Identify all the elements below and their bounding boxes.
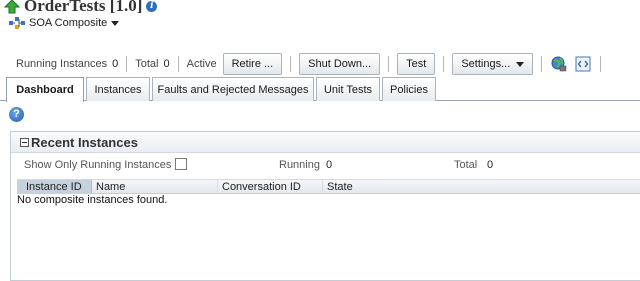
xml-source-icon[interactable] (574, 55, 592, 73)
info-icon[interactable]: i (146, 0, 158, 12)
column-name[interactable]: Name (92, 180, 218, 194)
page-title: OrderTests [1.0] (24, 0, 143, 15)
toolbar-divider (290, 56, 292, 72)
toolbar: Running Instances 0 Total 0 Active Retir… (0, 50, 640, 78)
chevron-down-icon (516, 61, 525, 67)
toolbar-divider (388, 56, 390, 72)
soa-composite-icon (8, 16, 26, 30)
column-instance-id[interactable]: Instance ID (17, 180, 92, 194)
empty-table-message: No composite instances found. (17, 194, 168, 206)
up-arrow-icon[interactable] (3, 0, 21, 14)
tab-unit-tests[interactable]: Unit Tests (316, 77, 380, 101)
running-label: Running (279, 159, 320, 171)
toolbar-divider (126, 56, 128, 72)
page-header: OrderTests [1.0] i SOA Composite (0, 0, 640, 44)
settings-label: Settings... (461, 58, 511, 70)
panel-header: Recent Instances (11, 132, 640, 153)
tab-faults-and-rejected-messages[interactable]: Faults and Rejected Messages (152, 77, 314, 101)
column-conversation-id[interactable]: Conversation ID (218, 180, 323, 194)
title-row: OrderTests [1.0] i (3, 0, 158, 15)
total-label: Total (135, 58, 159, 70)
toolbar-divider (541, 56, 543, 72)
column-state[interactable]: State (323, 180, 640, 194)
running-instances-value: 0 (112, 58, 119, 70)
panel-title: Recent Instances (31, 134, 138, 150)
instances-table-header: Instance ID Name Conversation ID State (17, 179, 640, 194)
filter-row: Show Only Running Instances Running 0 To… (11, 158, 640, 175)
help-icon[interactable]: ? (9, 107, 24, 122)
show-only-running-checkbox[interactable] (175, 158, 187, 170)
retire-button[interactable]: Retire ... (222, 53, 283, 75)
composite-label: SOA Composite (29, 17, 108, 29)
total-value: 0 (487, 159, 494, 171)
toolbar-divider (600, 56, 602, 72)
globe-icon[interactable] (550, 55, 568, 73)
tab-bar: Dashboard Instances Faults and Rejected … (0, 77, 640, 102)
collapse-icon[interactable] (20, 137, 29, 147)
tab-policies[interactable]: Policies (382, 77, 436, 101)
toolbar-divider (443, 56, 445, 72)
total-value: 0 (163, 58, 170, 70)
toolbar-divider (177, 56, 179, 72)
running-value: 0 (326, 159, 333, 171)
settings-dropdown-button[interactable]: Settings... (452, 53, 534, 75)
composite-menu[interactable]: SOA Composite (8, 16, 120, 30)
chevron-down-icon (111, 20, 120, 26)
shut-down-button[interactable]: Shut Down... (299, 53, 381, 75)
total-label: Total (454, 159, 478, 171)
running-instances-label: Running Instances (16, 58, 108, 70)
test-button[interactable]: Test (397, 53, 436, 75)
status-label: Active (186, 58, 217, 70)
recent-instances-panel: Recent Instances Show Only Running Insta… (10, 131, 640, 281)
show-only-running-label: Show Only Running Instances (24, 159, 172, 171)
tab-dashboard[interactable]: Dashboard (6, 77, 84, 102)
tab-instances[interactable]: Instances (86, 77, 150, 101)
